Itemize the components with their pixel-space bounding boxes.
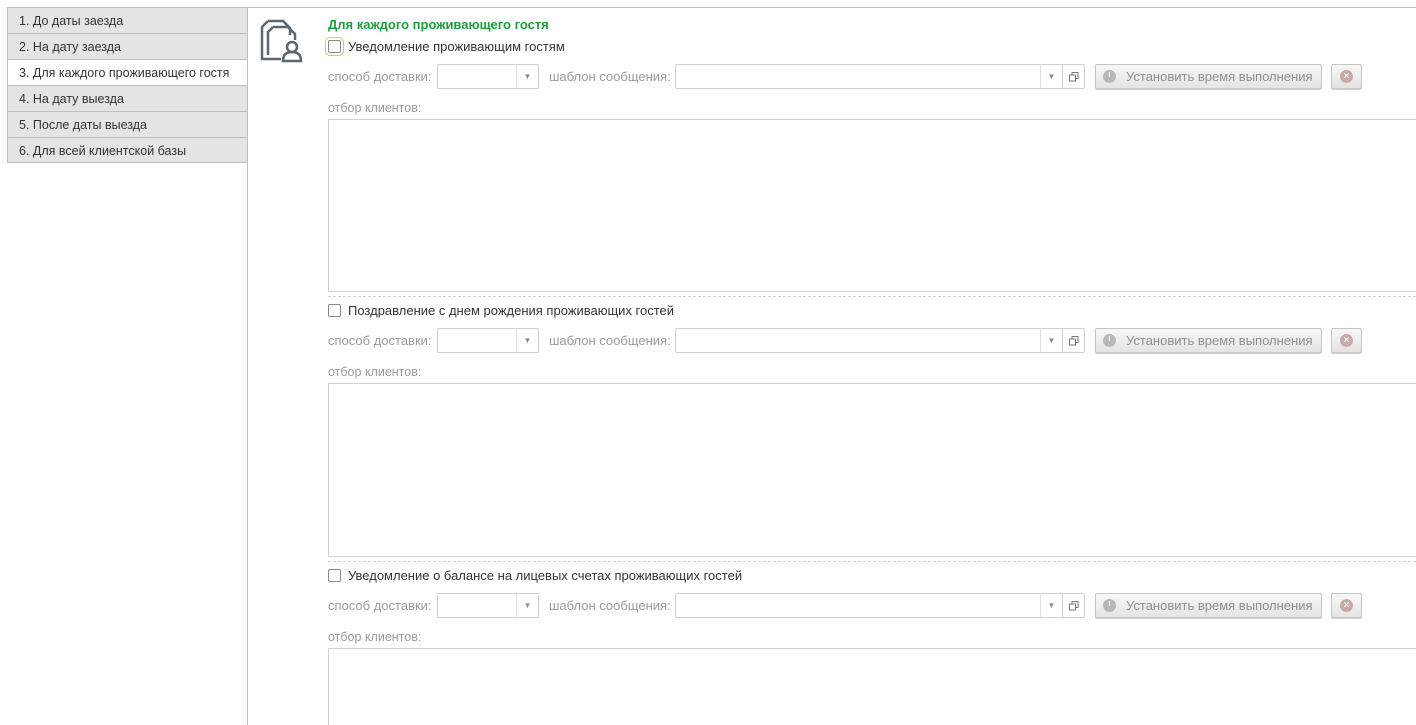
client-filter-area[interactable] (328, 648, 1416, 725)
set-time-button[interactable]: Установить время выполнения (1095, 593, 1322, 618)
separator (328, 296, 1416, 297)
open-icon[interactable] (1062, 594, 1084, 617)
set-time-button[interactable]: Установить время выполнения (1095, 328, 1322, 353)
tab-all-clients[interactable]: 6. Для всей клиентской базы (7, 137, 248, 163)
document-person-icon (260, 19, 303, 63)
set-time-button[interactable]: Установить время выполнения (1095, 64, 1322, 89)
delivery-label: способ доставки: (328, 333, 432, 348)
balance-label: Уведомление о балансе на лицевых счетах … (348, 567, 743, 583)
chevron-down-icon[interactable]: ▼ (516, 329, 538, 352)
clear-button[interactable]: × (1331, 64, 1362, 89)
filter-label: отбор клиентов: (328, 101, 422, 115)
birthday-row: Поздравление с днем рождения проживающих… (328, 301, 674, 319)
tab-after-departure[interactable]: 5. После даты выезда (7, 111, 248, 137)
clock-icon (1103, 334, 1116, 347)
template-label: шаблон сообщения: (549, 598, 671, 613)
chevron-down-icon[interactable]: ▼ (1040, 329, 1062, 352)
notify-guests-checkbox[interactable] (325, 36, 344, 56)
chevron-down-icon[interactable]: ▼ (516, 594, 538, 617)
delivery-select[interactable]: ▼ (437, 593, 539, 618)
template-select[interactable]: ▼ (675, 328, 1085, 353)
open-icon[interactable] (1062, 329, 1084, 352)
chevron-down-icon[interactable]: ▼ (516, 65, 538, 88)
separator (328, 561, 1416, 562)
client-filter-area[interactable] (328, 383, 1416, 557)
birthday-label: Поздравление с днем рождения проживающих… (348, 302, 675, 318)
notify-guests-label: Уведомление проживающим гостям (348, 38, 565, 54)
delivery-label: способ доставки: (328, 598, 432, 613)
delivery-select[interactable]: ▼ (437, 64, 539, 89)
template-label: шаблон сообщения: (549, 333, 671, 348)
open-icon[interactable] (1062, 65, 1084, 88)
tab-list: 1. До даты заезда 2. На дату заезда 3. Д… (7, 7, 248, 163)
balance-settings: способ доставки: ▼ шаблон сообщения: ▼ У… (328, 593, 1388, 618)
tab-before-arrival[interactable]: 1. До даты заезда (7, 7, 248, 33)
close-icon: × (1340, 70, 1353, 83)
panel-top-border (247, 7, 1416, 8)
birthday-checkbox[interactable] (328, 303, 341, 317)
clear-button[interactable]: × (1331, 328, 1362, 353)
clock-icon (1103, 599, 1116, 612)
template-select[interactable]: ▼ (675, 64, 1085, 89)
panel-divider (247, 7, 248, 725)
birthday-settings: способ доставки: ▼ шаблон сообщения: ▼ У… (328, 328, 1388, 353)
tab-departure-date[interactable]: 4. На дату выезда (7, 85, 248, 111)
close-icon: × (1340, 334, 1353, 347)
template-select[interactable]: ▼ (675, 593, 1085, 618)
notify-guests-settings: способ доставки: ▼ шаблон сообщения: ▼ У… (328, 64, 1388, 89)
delivery-label: способ доставки: (328, 69, 432, 84)
filter-label: отбор клиентов: (328, 630, 422, 644)
template-label: шаблон сообщения: (549, 69, 671, 84)
chevron-down-icon[interactable]: ▼ (1040, 65, 1062, 88)
set-time-label: Установить время выполнения (1126, 598, 1313, 613)
notify-guests-row: Уведомление проживающим гостям (325, 36, 565, 56)
tab-each-guest[interactable]: 3. Для каждого проживающего гостя (7, 59, 248, 85)
client-filter-area[interactable] (328, 119, 1416, 292)
set-time-label: Установить время выполнения (1126, 333, 1313, 348)
close-icon: × (1340, 599, 1353, 612)
clear-button[interactable]: × (1331, 593, 1362, 618)
balance-checkbox[interactable] (328, 568, 341, 582)
delivery-select[interactable]: ▼ (437, 328, 539, 353)
clock-icon (1103, 70, 1116, 83)
filter-label: отбор клиентов: (328, 365, 422, 379)
set-time-label: Установить время выполнения (1126, 69, 1313, 84)
chevron-down-icon[interactable]: ▼ (1040, 594, 1062, 617)
section-title: Для каждого проживающего гостя (328, 17, 549, 32)
balance-row: Уведомление о балансе на лицевых счетах … (328, 566, 742, 584)
tab-arrival-date[interactable]: 2. На дату заезда (7, 33, 248, 59)
